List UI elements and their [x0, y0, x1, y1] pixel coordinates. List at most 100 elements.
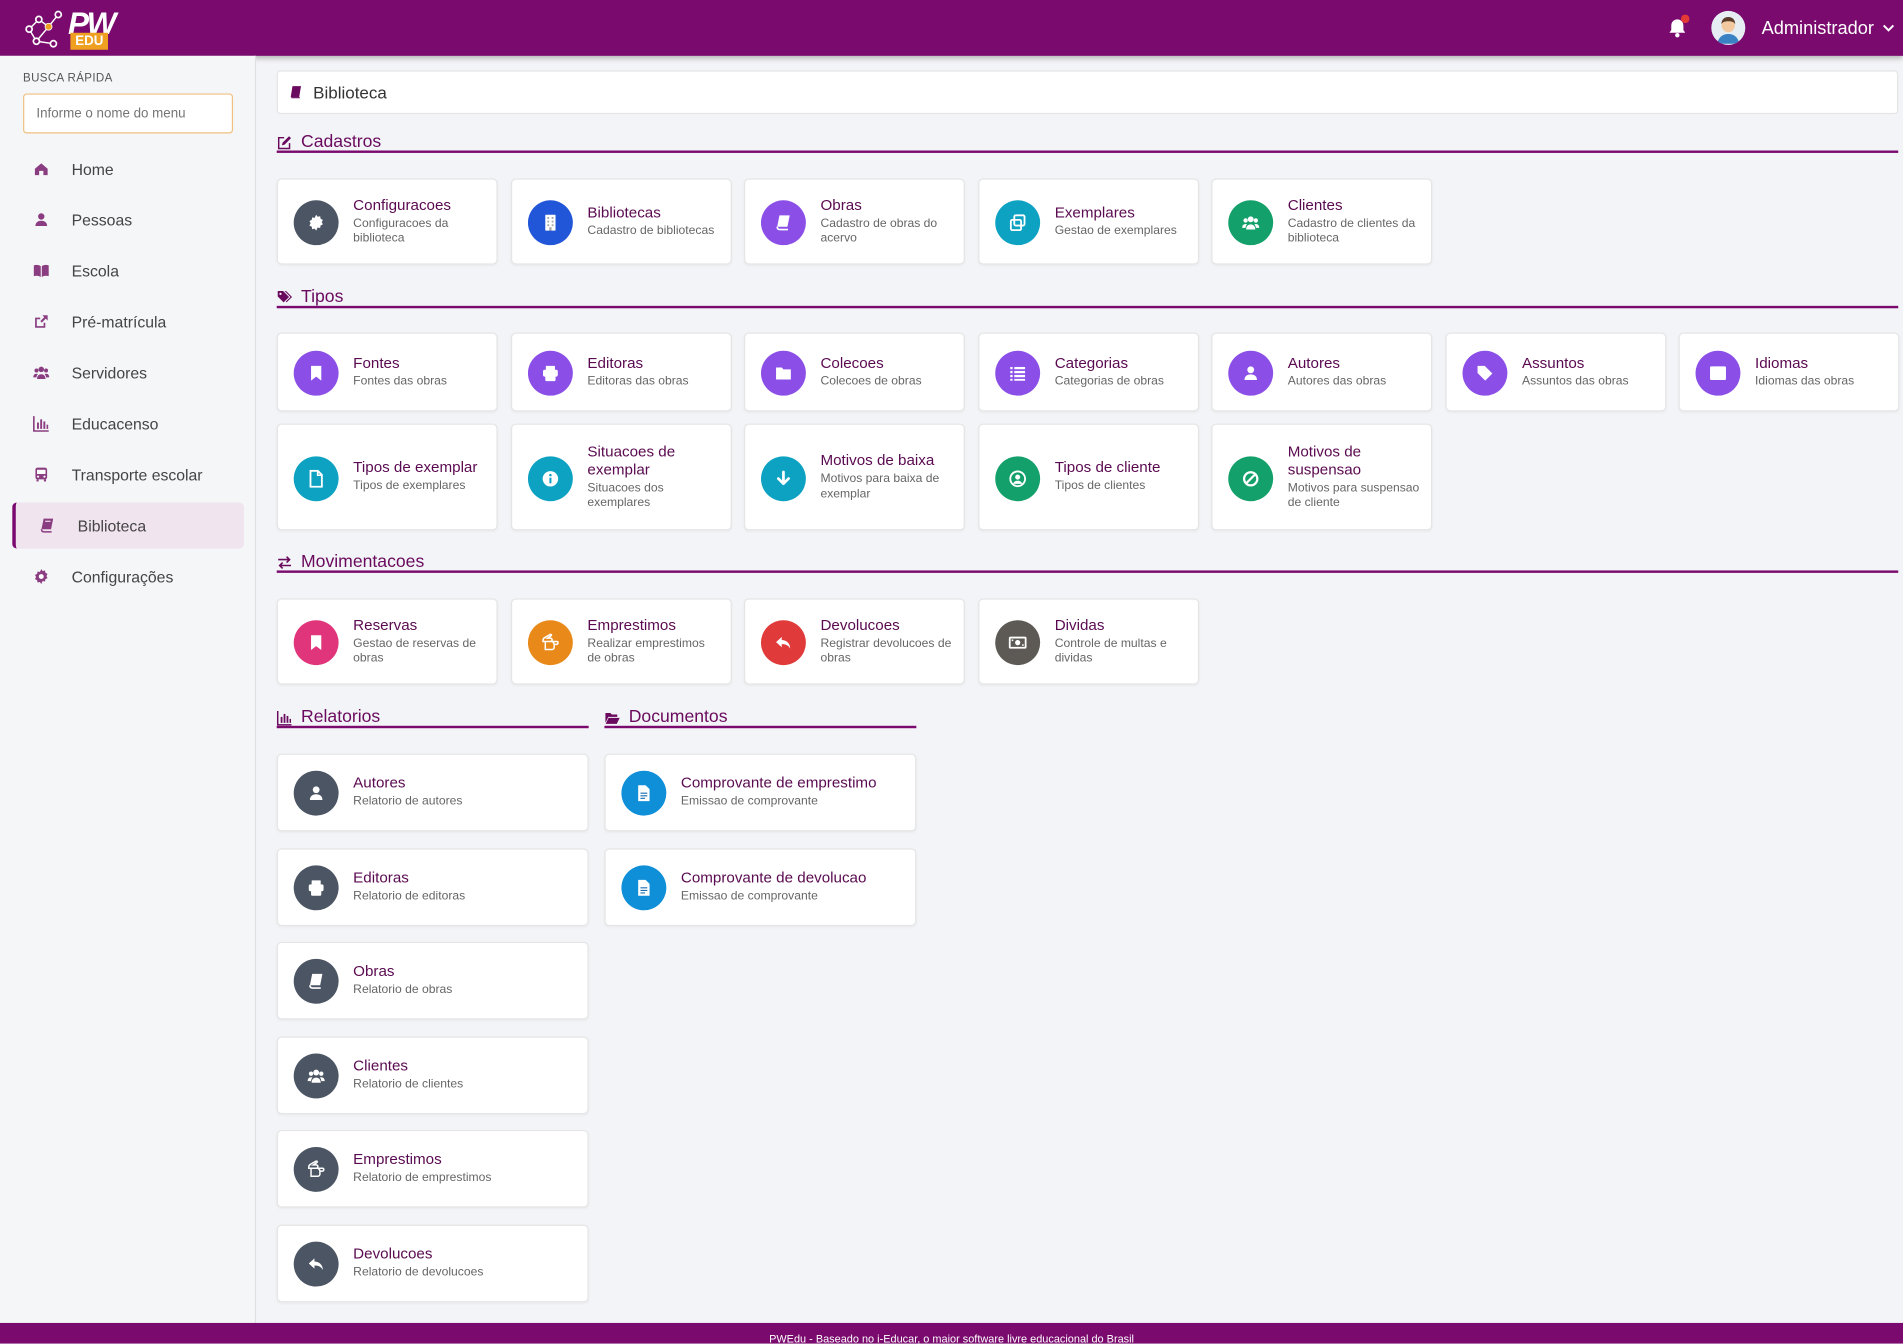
- book-open-icon: [30, 262, 52, 279]
- pwedu-logo[interactable]: PW EDU: [22, 7, 116, 51]
- file-text-icon: [621, 864, 667, 910]
- sidebar-item-biblioteca[interactable]: Biblioteca: [12, 502, 244, 549]
- card-description: Tipos de clientes: [1054, 479, 1146, 494]
- card-tipos-editoras[interactable]: Editoras Editoras das obras: [510, 332, 732, 412]
- person-icon: [30, 211, 52, 228]
- card-description: Relatorio de clientes: [353, 1077, 464, 1091]
- sidebar-item-home[interactable]: Home: [12, 146, 244, 192]
- card-description: Cadastro de obras do acervo: [820, 216, 938, 246]
- card-relatorios-emprestimos[interactable]: Emprestimos Relatorio de emprestimos: [276, 1129, 589, 1208]
- printer-icon: [527, 350, 573, 396]
- section-title-documentos: Documentos: [604, 708, 727, 727]
- section-title-text: Documentos: [628, 707, 728, 728]
- users-icon: [1228, 200, 1274, 246]
- card-cadastros-exemplares[interactable]: Exemplares Gestao de exemplares: [978, 178, 1200, 265]
- user-name[interactable]: Administrador: [1762, 18, 1874, 39]
- sidebar-item-pessoas[interactable]: Pessoas: [12, 197, 244, 243]
- bar-chart-icon: [30, 415, 52, 432]
- bus-icon: [30, 466, 52, 483]
- card-description: Configuracoes da biblioteca: [353, 216, 449, 246]
- tag-icon: [1462, 350, 1508, 396]
- sidebar-item-transporte-escolar[interactable]: Transporte escolar: [12, 451, 244, 497]
- card-title: Editoras: [353, 868, 409, 886]
- card-relatorios-devolucoes[interactable]: Devolucoes Relatorio de devolucoes: [276, 1224, 589, 1302]
- card-tipos-autores[interactable]: Autores Autores das obras: [1211, 332, 1433, 412]
- page-title: Biblioteca: [313, 82, 387, 102]
- card-title: Idiomas: [1755, 354, 1809, 372]
- card-title: Devolucoes: [820, 615, 900, 633]
- quick-search-input[interactable]: [23, 93, 234, 134]
- chevron-down-icon[interactable]: [1881, 21, 1896, 36]
- reply-icon: [293, 1241, 339, 1286]
- section-divider: [276, 725, 589, 729]
- sidebar-item-servidores[interactable]: Servidores: [12, 350, 244, 396]
- sidebar-item-configuracoes[interactable]: Configurações: [12, 553, 244, 599]
- card-description: Motivos para baixa de exemplar: [820, 472, 940, 501]
- card-movimentacoes-devolucoes[interactable]: Devolucoes Registrar devolucoes de obras: [743, 598, 965, 685]
- card-documentos-comprovante-de-emprestimo[interactable]: Comprovante de emprestimo Emissao de comp…: [604, 753, 917, 832]
- card-tipos-tipos-de-cliente[interactable]: Tipos de cliente Tipos de clientes: [978, 423, 1200, 531]
- printer-icon: [293, 864, 339, 910]
- card-movimentacoes-dividas[interactable]: Dividas Controle de multas e dividas: [978, 598, 1200, 685]
- sidebar-item-escola[interactable]: Escola: [12, 248, 244, 294]
- card-tipos-assuntos[interactable]: Assuntos Assuntos das obras: [1445, 332, 1667, 412]
- card-cadastros-bibliotecas[interactable]: Bibliotecas Cadastro de bibliotecas: [510, 178, 732, 265]
- gear-icon: [30, 568, 52, 585]
- exchange-icon: [277, 554, 293, 570]
- card-tipos-tipos-de-exemplar[interactable]: Tipos de exemplar Tipos de exemplares: [276, 423, 498, 531]
- card-relatorios-autores[interactable]: Autores Relatorio de autores: [276, 753, 589, 832]
- card-cadastros-configuracoes[interactable]: Configuracoes Configuracoes da biblioteca: [276, 178, 498, 265]
- card-title: Bibliotecas: [587, 203, 661, 221]
- card-title: Emprestimos: [353, 1150, 442, 1168]
- user-circle-icon: [995, 456, 1041, 502]
- sidebar-item-pre-matricula[interactable]: Pré-matrícula: [12, 299, 244, 345]
- list-icon: [995, 350, 1041, 396]
- ban-icon: [1228, 456, 1274, 502]
- card-tipos-motivos-de-suspensao[interactable]: Motivos de suspensao Motivos para suspens…: [1211, 423, 1433, 531]
- card-movimentacoes-emprestimos[interactable]: Emprestimos Realizar emprestimos de obras: [510, 598, 732, 685]
- card-description: Tipos de exemplares: [353, 479, 466, 494]
- hand-point-icon: [293, 1146, 339, 1192]
- card-title: Assuntos: [1521, 354, 1585, 372]
- arrow-down-icon: [760, 456, 806, 502]
- notifications-bell-icon[interactable]: [1666, 14, 1691, 40]
- card-description: Relatorio de autores: [353, 795, 463, 809]
- users-icon: [293, 1052, 339, 1098]
- card-tipos-situacoes-de-exemplar[interactable]: Situacoes de exemplar Situacoes dos exemp…: [510, 423, 732, 531]
- card-movimentacoes-reservas[interactable]: Reservas Gestao de reservas de obras: [276, 598, 498, 685]
- section-title-cadastros: Cadastros: [277, 132, 381, 152]
- sidebar-item-educacenso[interactable]: Educacenso: [12, 401, 244, 447]
- card-description: Autores das obras: [1287, 374, 1387, 389]
- card-description: Realizar emprestimos de obras: [587, 636, 705, 666]
- svg-text:A: A: [1711, 370, 1717, 379]
- card-description: Gestao de reservas de obras: [353, 636, 476, 666]
- card-cadastros-clientes[interactable]: Clientes Cadastro de clientes da bibliote…: [1211, 178, 1433, 265]
- folder-icon: [760, 350, 806, 396]
- svg-text:文: 文: [1719, 370, 1726, 379]
- person-icon: [1228, 350, 1274, 396]
- card-title: Colecoes: [820, 354, 884, 372]
- card-title: Comprovante de emprestimo: [680, 774, 877, 792]
- card-title: Editoras: [587, 354, 644, 372]
- card-relatorios-obras[interactable]: Obras Relatorio de obras: [276, 941, 589, 1020]
- card-title: Clientes: [1287, 196, 1343, 214]
- section-title-tipos: Tipos: [277, 288, 343, 307]
- card-relatorios-editoras[interactable]: Editoras Relatorio de editoras: [276, 847, 589, 926]
- section-divider: [604, 725, 917, 729]
- card-cadastros-obras[interactable]: Obras Cadastro de obras do acervo: [743, 178, 965, 265]
- card-relatorios-clientes[interactable]: Clientes Relatorio de clientes: [276, 1035, 589, 1114]
- card-description: Situacoes dos exemplares: [587, 481, 664, 510]
- user-avatar[interactable]: [1711, 10, 1746, 45]
- card-tipos-categorias[interactable]: Categorias Categorias de obras: [978, 332, 1200, 412]
- card-tipos-idiomas[interactable]: A 文 Idiomas Idiomas das obras: [1678, 332, 1900, 412]
- building-icon: [527, 200, 573, 246]
- copy-icon: [995, 200, 1041, 246]
- sidebar-item-label: Transporte escolar: [71, 465, 203, 484]
- card-description: Motivos para suspensao de cliente: [1287, 481, 1420, 510]
- card-tipos-colecoes[interactable]: Colecoes Colecoes de obras: [743, 332, 965, 412]
- card-documentos-comprovante-de-devolucao[interactable]: Comprovante de devolucao Emissao de compr…: [604, 847, 917, 926]
- card-title: Dividas: [1054, 615, 1105, 633]
- card-tipos-motivos-de-baixa[interactable]: Motivos de baixa Motivos para baixa de ex…: [743, 423, 965, 531]
- card-tipos-fontes[interactable]: Fontes Fontes das obras: [276, 332, 498, 412]
- reply-icon: [760, 620, 806, 666]
